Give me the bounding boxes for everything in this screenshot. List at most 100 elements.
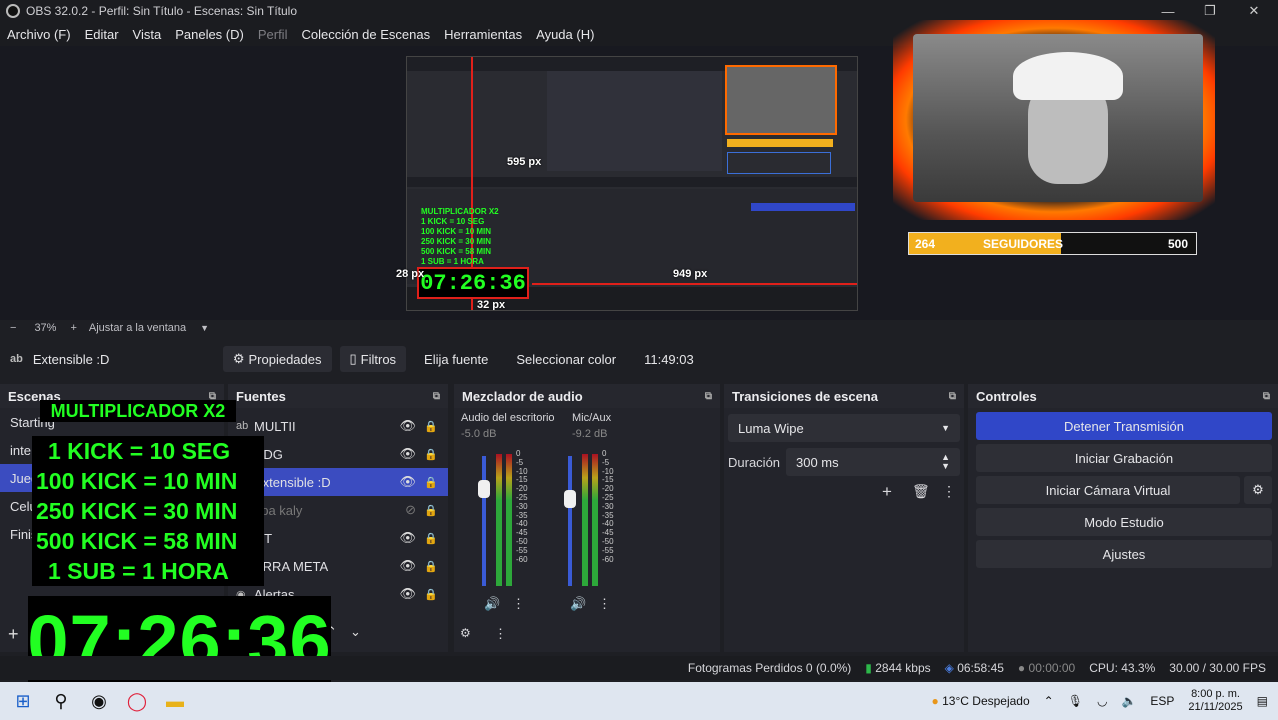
zoom-out-button[interactable]: − xyxy=(10,322,16,334)
volume-slider-handle[interactable] xyxy=(564,490,576,508)
lock-icon[interactable]: 🔒 xyxy=(424,448,438,461)
cpu-usage: CPU: 43.3% xyxy=(1089,661,1156,675)
menu-vista[interactable]: Vista xyxy=(126,27,169,42)
channel-menu-icon[interactable]: ⋮ xyxy=(512,596,525,612)
volume-slider-track[interactable] xyxy=(568,456,572,586)
restore-button[interactable]: ❐ xyxy=(1190,0,1230,22)
minimize-button[interactable]: — xyxy=(1148,0,1188,22)
preview-canvas[interactable]: 595 px 949 px 32 px MULTIPLICADOR X2 1 K… xyxy=(406,56,858,311)
notification-icon[interactable]: ▤ xyxy=(1257,694,1268,708)
select-color-button[interactable]: Seleccionar color xyxy=(506,346,626,372)
chevron-down-icon: ▼ xyxy=(941,423,950,433)
audio-meter-left xyxy=(496,454,502,586)
windows-start-icon[interactable]: ⊞ xyxy=(8,686,38,716)
menu-coleccion-escenas[interactable]: Colección de Escenas xyxy=(294,27,437,42)
audio-meter-right xyxy=(592,454,598,586)
webcam-source[interactable] xyxy=(893,20,1215,220)
start-recording-button[interactable]: Iniciar Grabación xyxy=(976,444,1272,472)
stop-stream-button[interactable]: Detener Transmisión xyxy=(976,412,1272,440)
controls-dock: Controles ⧉ Detener Transmisión Iniciar … xyxy=(968,384,1278,652)
menu-editar[interactable]: Editar xyxy=(78,27,126,42)
weather[interactable]: ● 13°C Despejado xyxy=(932,694,1030,708)
lock-icon[interactable]: 🔒 xyxy=(424,504,438,517)
menu-ayuda[interactable]: Ayuda (H) xyxy=(529,27,601,42)
eye-icon[interactable]: 👁 xyxy=(399,530,416,546)
opera-icon[interactable]: ◯ xyxy=(122,686,152,716)
mixer-title: Mezclador de audio xyxy=(462,388,583,404)
channel-menu-icon[interactable]: ⋮ xyxy=(598,596,611,612)
lock-icon[interactable]: 🔒 xyxy=(424,588,438,601)
eye-icon[interactable]: 👁 xyxy=(399,446,416,462)
speaker-icon[interactable]: 🔊 xyxy=(484,596,500,612)
webcam-video xyxy=(913,34,1203,202)
menu-paneles[interactable]: Paneles (D) xyxy=(168,27,251,42)
zoom-dropdown-icon[interactable]: ▼ xyxy=(200,323,209,333)
window-title: OBS 32.0.2 - Perfil: Sin Título - Escena… xyxy=(26,4,298,18)
transition-select[interactable]: Luma Wipe ▼ xyxy=(728,414,960,442)
undock-icon[interactable]: ⧉ xyxy=(949,391,956,402)
eye-icon[interactable]: 👁 xyxy=(399,558,416,574)
filters-button[interactable]: ▯ Filtros xyxy=(339,346,407,372)
move-down-icon[interactable]: ⌄ xyxy=(350,624,361,640)
channel-name: Mic/Aux xyxy=(572,412,612,424)
properties-button[interactable]: ⚙ Propiedades xyxy=(222,346,332,372)
stream-icon: ◈ xyxy=(944,661,954,675)
multiplier-title: MULTIPLICADOR X2 xyxy=(40,400,236,422)
record-time: ● 00:00:00 xyxy=(1017,661,1076,675)
zoom-in-button[interactable]: + xyxy=(70,322,76,334)
follower-label: SEGUIDORES xyxy=(983,236,1064,251)
menu-perfil[interactable]: Perfil xyxy=(251,27,295,42)
eye-icon[interactable]: 👁 xyxy=(399,474,416,490)
eye-icon[interactable]: 👁 xyxy=(399,586,416,602)
lock-icon[interactable]: 🔒 xyxy=(424,560,438,573)
menu-archivo[interactable]: Archivo (F) xyxy=(0,27,78,42)
clock[interactable]: 8:00 p. m. 21/11/2025 xyxy=(1188,688,1242,714)
network-icon[interactable]: ◡ xyxy=(1097,694,1107,708)
search-icon[interactable]: ⚲ xyxy=(46,686,76,716)
fit-to-window-button[interactable]: Ajustar a la ventana xyxy=(89,322,186,334)
nested-preview xyxy=(547,71,722,171)
nested-outline xyxy=(727,152,831,174)
advanced-audio-icon[interactable]: ⚙ xyxy=(460,626,471,640)
lock-icon[interactable]: 🔒 xyxy=(424,476,438,489)
title-bar: OBS 32.0.2 - Perfil: Sin Título - Escena… xyxy=(0,0,1278,22)
lock-icon[interactable]: 🔒 xyxy=(424,420,438,433)
follower-goal-bar[interactable]: 264 SEGUIDORES 500 xyxy=(908,232,1197,255)
speaker-icon[interactable]: 🔊 xyxy=(570,596,586,612)
sun-icon: ● xyxy=(931,694,939,708)
language[interactable]: ESP xyxy=(1150,694,1174,708)
undock-icon[interactable]: ⧉ xyxy=(433,391,440,402)
lock-icon[interactable]: 🔒 xyxy=(424,532,438,545)
gear-icon: ⚙ xyxy=(232,351,245,366)
eye-icon[interactable]: 👁 xyxy=(399,418,416,434)
spinner-icon[interactable]: ▲ ▼ xyxy=(941,453,950,471)
studio-mode-button[interactable]: Modo Estudio xyxy=(976,508,1272,536)
volume-icon[interactable]: 🔈 xyxy=(1121,694,1136,708)
menu-herramientas[interactable]: Herramientas xyxy=(437,27,529,42)
obs-taskbar-icon[interactable]: ◉ xyxy=(84,686,114,716)
zoom-value: 37% xyxy=(34,322,57,334)
folder-icon[interactable]: ▬ xyxy=(160,686,190,716)
start-virtual-cam-button[interactable]: Iniciar Cámara Virtual xyxy=(976,476,1240,504)
close-button[interactable]: ✕ xyxy=(1234,0,1274,22)
audio-meter-right xyxy=(506,454,512,586)
volume-slider-handle[interactable] xyxy=(478,480,490,498)
transitions-title: Transiciones de escena xyxy=(732,388,878,404)
mic-icon[interactable]: 🎙 xyxy=(1068,694,1083,708)
eye-hidden-icon[interactable]: ⊘ xyxy=(405,502,416,518)
chevron-up-icon[interactable]: ⌃ xyxy=(1044,694,1054,708)
add-scene-icon[interactable]: + xyxy=(8,624,19,645)
undock-icon[interactable]: ⧉ xyxy=(705,391,712,402)
mini-timer-source[interactable]: 07:26:36 xyxy=(417,267,529,299)
volume-slider-track[interactable] xyxy=(482,456,486,586)
mixer-menu-icon[interactable]: ⋮ xyxy=(494,626,507,642)
settings-button[interactable]: Ajustes xyxy=(976,540,1272,568)
gear-icon[interactable]: ⚙ xyxy=(1244,476,1272,504)
add-transition-icon[interactable]: + xyxy=(882,482,892,502)
choose-font-button[interactable]: Elija fuente xyxy=(414,346,498,372)
duration-input[interactable]: 300 ms ▲ ▼ xyxy=(786,448,960,476)
trash-icon[interactable]: 🗑 xyxy=(912,483,930,500)
transition-menu-icon[interactable]: ⋮ xyxy=(942,483,956,500)
signal-icon: ▮ xyxy=(865,661,872,675)
undock-icon[interactable]: ⧉ xyxy=(1263,391,1270,402)
